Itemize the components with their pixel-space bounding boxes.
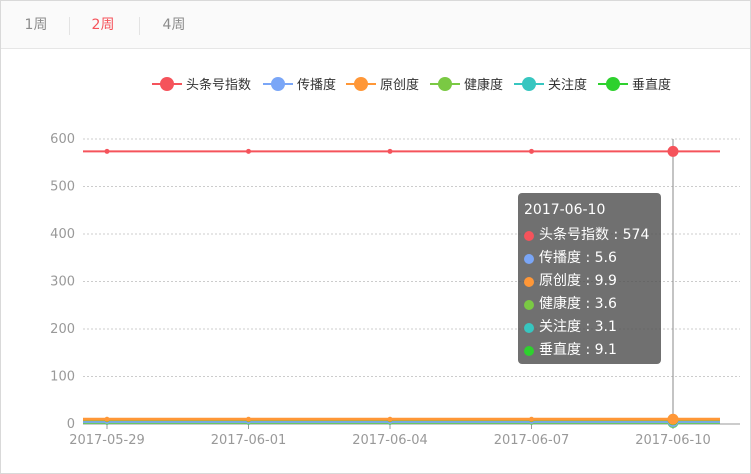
tooltip-dot-icon — [524, 231, 534, 241]
y-tick-label: 100 — [50, 370, 75, 385]
x-tick-label: 2017-05-29 — [69, 433, 145, 448]
data-point — [104, 148, 110, 154]
data-point — [529, 416, 534, 422]
y-tick-label: 0 — [67, 417, 75, 432]
tooltip-series-name: 健康度 — [539, 296, 581, 312]
tooltip-series-value: 9.9 — [594, 273, 617, 289]
tooltip-row: 关注度 : 3.1 — [524, 316, 661, 339]
data-point — [667, 413, 679, 425]
tooltip-row: 传播度 : 5.6 — [524, 247, 661, 270]
y-tick-label: 500 — [50, 180, 75, 195]
data-point — [529, 148, 534, 154]
tooltip-dot-icon — [524, 254, 534, 264]
tooltip-dot-icon — [524, 346, 534, 356]
tooltip-dot-icon — [524, 300, 534, 310]
tooltip-series-value: 3.6 — [594, 296, 617, 312]
tooltip-series-value: 9.1 — [594, 342, 617, 358]
data-point — [387, 148, 393, 154]
data-point — [104, 416, 110, 422]
tooltip-series-name: 垂直度 — [539, 342, 581, 358]
data-point — [246, 148, 251, 154]
tooltip-series-value: 5.6 — [594, 250, 617, 266]
tooltip-series-name: 原创度 — [539, 273, 581, 289]
x-tick-label: 2017-06-10 — [635, 433, 711, 448]
y-tick-label: 400 — [50, 227, 75, 242]
data-point — [246, 416, 251, 422]
x-tick-label: 2017-06-04 — [352, 433, 428, 448]
data-point — [387, 416, 393, 422]
x-tick-label: 2017-06-07 — [494, 433, 570, 448]
chart-tooltip: 2017-06-10 头条号指数 : 574 传播度 : 5.6 原创度 : 9… — [518, 193, 661, 364]
tooltip-row: 头条号指数 : 574 — [524, 224, 661, 247]
tooltip-row: 垂直度 : 9.1 — [524, 339, 661, 362]
tooltip-series-value: 3.1 — [594, 319, 617, 335]
tooltip-series-value: 574 — [622, 227, 650, 243]
data-point — [667, 145, 679, 157]
y-tick-label: 300 — [50, 275, 75, 290]
tooltip-series-name: 传播度 — [539, 250, 581, 266]
tooltip-series-name: 关注度 — [539, 319, 581, 335]
y-tick-label: 200 — [50, 322, 75, 337]
tooltip-series-name: 头条号指数 — [539, 227, 609, 243]
tooltip-dot-icon — [524, 277, 534, 287]
tooltip-row: 原创度 : 9.9 — [524, 270, 661, 293]
y-tick-label: 600 — [50, 132, 75, 147]
x-tick-label: 2017-06-01 — [211, 433, 287, 448]
tooltip-date: 2017-06-10 — [524, 202, 606, 218]
tooltip-dot-icon — [524, 323, 534, 333]
tooltip-row: 健康度 : 3.6 — [524, 293, 661, 316]
